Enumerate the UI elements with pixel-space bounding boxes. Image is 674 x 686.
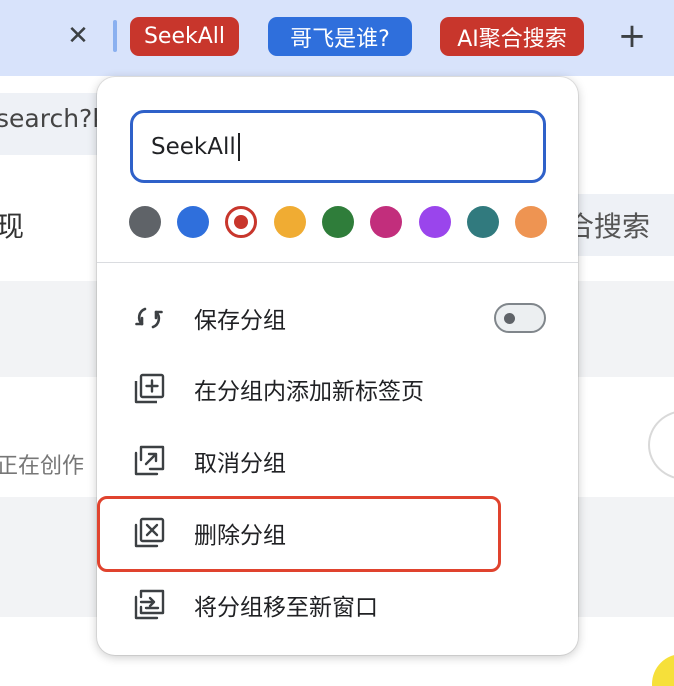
- add-tab-icon: [131, 371, 167, 407]
- color-swatch-orange[interactable]: [515, 206, 547, 238]
- tab-group-chip-seekall[interactable]: SeekAll: [130, 17, 239, 56]
- menu-item-new-tab-in-group[interactable]: 在分组内添加新标签页: [97, 353, 578, 425]
- search-box-text: 合搜索: [566, 210, 651, 243]
- color-swatch-blue[interactable]: [177, 206, 209, 238]
- color-swatch-red-selected[interactable]: [225, 206, 257, 238]
- color-swatch-pink[interactable]: [370, 206, 402, 238]
- menu-item-move-group-new-window[interactable]: 将分组移至新窗口: [97, 569, 578, 641]
- color-swatch-green[interactable]: [322, 206, 354, 238]
- text-caret: [237, 132, 240, 161]
- color-picker: [129, 206, 549, 240]
- menu-item-label: 取消分组: [194, 451, 286, 477]
- toggle-knob: [504, 313, 515, 324]
- color-swatch-grey[interactable]: [129, 206, 161, 238]
- close-tab-icon[interactable]: ✕: [64, 18, 92, 54]
- menu-item-label: 保存分组: [194, 308, 286, 334]
- move-window-icon: [131, 587, 167, 623]
- color-swatch-cyan[interactable]: [467, 206, 499, 238]
- group-name-value: SeekAll: [151, 133, 236, 160]
- new-tab-button[interactable]: +: [612, 16, 652, 56]
- status-text: 正在创作: [0, 454, 85, 479]
- group-name-input[interactable]: SeekAll: [130, 110, 546, 183]
- menu-item-label: 删除分组: [194, 523, 286, 549]
- page-heading-fragment: 现: [0, 210, 25, 243]
- menu-item-ungroup[interactable]: 取消分组: [97, 425, 578, 497]
- divider: [97, 262, 578, 263]
- save-group-toggle[interactable]: [494, 303, 546, 333]
- tab-group-editor-popup: SeekAll 保存分组 在分组内添加新标签页 取消分组 删除分组 将分组移至新…: [97, 77, 578, 655]
- menu-item-save-group[interactable]: 保存分组: [97, 282, 578, 354]
- color-swatch-purple[interactable]: [419, 206, 451, 238]
- sync-icon: [131, 300, 167, 336]
- delete-group-icon: [131, 515, 167, 551]
- yellow-badge: [652, 654, 674, 686]
- tab-group-chip-ai-search[interactable]: AI聚合搜索: [440, 17, 584, 56]
- tab-separator: [113, 20, 117, 52]
- address-text: search?k: [0, 104, 107, 133]
- screen: ✕ SeekAll 哥飞是谁? AI聚合搜索 + search?k 现 合搜索 …: [0, 0, 674, 686]
- tab-strip: ✕ SeekAll 哥飞是谁? AI聚合搜索 +: [0, 0, 674, 76]
- selected-dot: [234, 215, 248, 229]
- color-swatch-yellow[interactable]: [274, 206, 306, 238]
- round-button[interactable]: [648, 410, 674, 480]
- menu-item-delete-group[interactable]: 删除分组: [97, 497, 578, 569]
- tab-group-chip-who[interactable]: 哥飞是谁?: [268, 17, 412, 56]
- ungroup-icon: [131, 443, 167, 479]
- menu-item-label: 将分组移至新窗口: [194, 595, 378, 621]
- menu-item-label: 在分组内添加新标签页: [194, 379, 424, 405]
